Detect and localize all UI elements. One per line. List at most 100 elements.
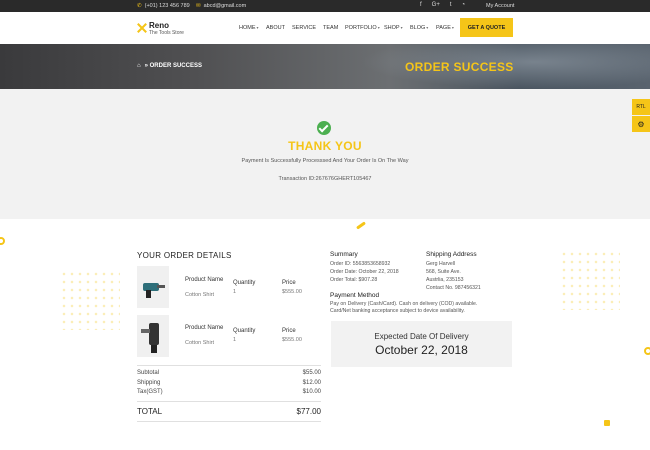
- nav-label: PORTFOLIO: [345, 25, 377, 31]
- total-value: $77.00: [296, 407, 321, 416]
- contact-number: Contact No. 987456321: [426, 285, 481, 291]
- tools-logo-icon: [137, 23, 147, 33]
- chevron-down-icon: ▾: [426, 25, 429, 30]
- page-title: ORDER SUCCESS: [405, 60, 514, 74]
- social-links: f G+ t ◔: [420, 2, 465, 8]
- hammer-drill-icon: [141, 323, 159, 353]
- payment-method-line: Pay on Delivery (Cash/Card). Cash on del…: [330, 301, 478, 307]
- shipping-label: Shipping: [137, 380, 161, 386]
- check-circle-icon: [317, 121, 331, 135]
- quantity-value: 1: [233, 289, 237, 295]
- email-address: abcd@gmail.com: [203, 3, 247, 9]
- nav-page[interactable]: PAGE▾: [436, 25, 454, 31]
- nav-label: PAGE: [436, 25, 451, 31]
- rtl-toggle-button[interactable]: RTL: [632, 99, 650, 115]
- order-id: Order ID: 5563853658932: [330, 261, 391, 267]
- chevron-down-icon: ▾: [256, 25, 259, 30]
- nav-home[interactable]: HOME▾: [239, 25, 259, 31]
- product-image-drill[interactable]: [137, 266, 169, 308]
- address-line: 568, Suite Ave.: [426, 269, 461, 275]
- transaction-id: Transaction ID:267676GHERT105467: [278, 176, 372, 182]
- breadcrumb-current: ORDER SUCCESS: [149, 63, 202, 69]
- nav-about[interactable]: ABOUT: [266, 25, 285, 31]
- divider: [137, 401, 321, 402]
- email-contact[interactable]: ✉ abcd@gmail.com: [196, 3, 246, 9]
- order-details-title: YOUR ORDER DETAILS: [137, 251, 232, 260]
- nav-label: SERVICE: [292, 25, 317, 31]
- chevron-down-icon: ▾: [377, 25, 380, 30]
- decorative-dot-grid: [60, 270, 120, 330]
- nav-blog[interactable]: BLOG▾: [410, 25, 428, 31]
- price-label: Price: [282, 328, 296, 334]
- nav-label: SHOP: [384, 25, 400, 31]
- rss-icon[interactable]: ◔: [462, 2, 466, 8]
- subtotal-value: $55.00: [302, 370, 321, 376]
- phone-contact[interactable]: ✆ (+01) 123 456 789: [137, 3, 190, 9]
- phone-icon: ✆: [137, 3, 142, 9]
- main-header: Reno The Tools Store HOME▾ ABOUT SERVICE…: [0, 12, 650, 44]
- logo-tagline: The Tools Store: [149, 30, 184, 36]
- divider: [137, 365, 321, 366]
- home-icon[interactable]: ⌂: [137, 63, 141, 69]
- google-plus-icon[interactable]: G+: [432, 2, 440, 8]
- facebook-icon[interactable]: f: [420, 2, 422, 8]
- expected-delivery-box: Expected Date Of Delivery October 22, 20…: [331, 321, 512, 367]
- divider: [137, 421, 321, 422]
- nav-service[interactable]: SERVICE: [292, 25, 316, 31]
- nav-label: ABOUT: [266, 25, 285, 31]
- product-name: Cotton Shirt: [185, 292, 215, 298]
- tax-label: Tax(GST): [137, 389, 163, 395]
- summary-title: Summary: [330, 251, 358, 258]
- logo-name: Reno: [149, 21, 169, 30]
- logo[interactable]: Reno The Tools Store: [137, 21, 184, 37]
- expected-delivery-label: Expected Date Of Delivery: [374, 332, 469, 341]
- my-account-link[interactable]: My Account: [486, 3, 514, 9]
- decorative-dot-grid: [560, 250, 620, 310]
- shipping-value: $12.00: [302, 380, 321, 386]
- nav-label: TEAM: [323, 25, 339, 31]
- price-label: Price: [282, 280, 296, 286]
- decorative-dash: [356, 221, 366, 230]
- quantity-label: Quantity: [233, 280, 256, 286]
- product-name-label: Product Name: [185, 277, 224, 283]
- phone-number: (+01) 123 456 789: [144, 3, 190, 9]
- product-name-label: Product Name: [185, 325, 224, 331]
- price-value: $555.00: [282, 289, 302, 295]
- total-label: TOTAL: [137, 407, 163, 416]
- payment-method-title: Payment Method: [330, 292, 380, 299]
- email-icon: ✉: [196, 3, 201, 9]
- expected-delivery-date: October 22, 2018: [375, 343, 468, 357]
- nav-label: BLOG: [410, 25, 426, 31]
- twitter-icon[interactable]: t: [450, 2, 452, 8]
- payment-success-message: Payment Is Successfully Processsed And Y…: [241, 158, 409, 164]
- decorative-dash: [604, 420, 610, 426]
- product-name: Cotton Shirt: [185, 340, 215, 346]
- address-line: Austrlia, 235153: [426, 277, 464, 283]
- drill-icon: [143, 283, 165, 298]
- product-image-hammer-drill[interactable]: [137, 315, 169, 357]
- quantity-label: Quantity: [233, 328, 256, 334]
- decorative-ring: [0, 237, 5, 245]
- page-banner: ⌂» ORDER SUCCESS ORDER SUCCESS: [0, 44, 650, 89]
- subtotal-label: Subtotal: [137, 370, 160, 376]
- tax-value: $10.00: [302, 389, 321, 395]
- chevron-down-icon: ▾: [400, 25, 403, 30]
- address-line: Gerg Harvell: [426, 261, 456, 267]
- decorative-ring: [644, 347, 650, 355]
- shipping-address-title: Shipping Address: [426, 251, 477, 258]
- nav-portfolio[interactable]: PORTFOLIO▾: [345, 25, 380, 31]
- top-bar: ✆ (+01) 123 456 789 ✉ abcd@gmail.com f G+ …: [0, 0, 650, 12]
- order-date: Order Date: October 22, 2018: [330, 269, 399, 275]
- thank-you-section: THANK YOU Payment Is Successfully Proces…: [0, 89, 650, 219]
- quantity-value: 1: [233, 337, 237, 343]
- price-value: $555.00: [282, 337, 302, 343]
- gear-icon[interactable]: ⚙: [632, 116, 650, 132]
- nav-label: HOME: [239, 25, 256, 31]
- get-a-quote-button[interactable]: GET A QUOTE: [460, 18, 513, 37]
- nav-team[interactable]: TEAM: [323, 25, 338, 31]
- thank-you-title: THANK YOU: [288, 139, 362, 153]
- nav-shop[interactable]: SHOP▾: [384, 25, 403, 31]
- breadcrumb: ⌂» ORDER SUCCESS: [137, 63, 202, 69]
- order-total: Order Total: $907.28: [330, 277, 378, 283]
- chevron-down-icon: ▾: [451, 25, 454, 30]
